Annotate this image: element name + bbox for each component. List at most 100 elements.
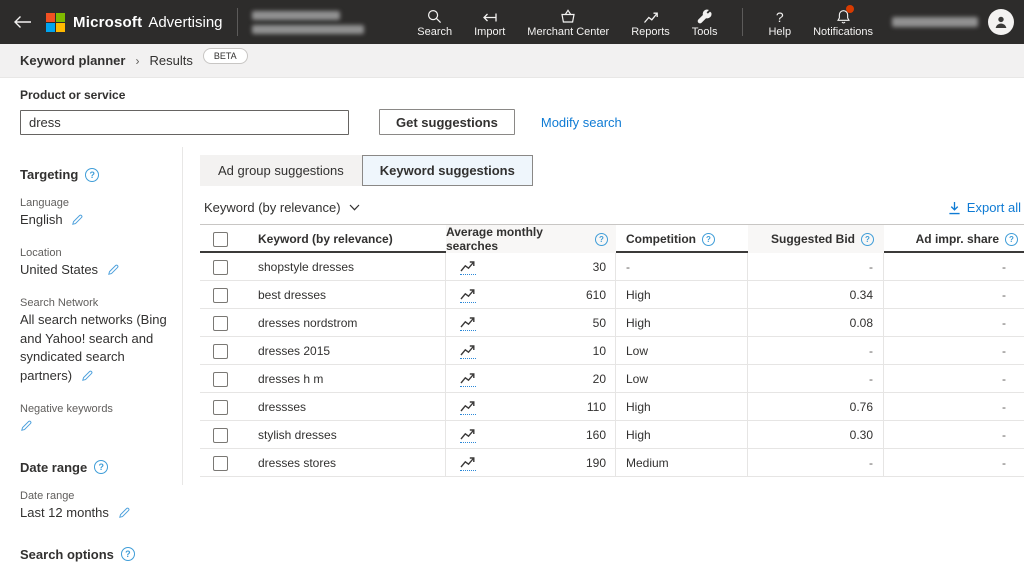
table-row: shopstyle dresses 30 - - - xyxy=(200,253,1024,281)
trend-chart-icon[interactable] xyxy=(460,344,476,359)
avatar[interactable] xyxy=(988,9,1014,35)
suggestions-tabs: Ad group suggestions Keyword suggestions xyxy=(200,155,533,186)
avg-searches-help-icon[interactable]: ? xyxy=(595,233,608,246)
topbar: Microsoft Advertising Search Import Merc… xyxy=(0,0,1024,44)
competition-value: High xyxy=(626,400,651,414)
ad-impr-share-value: - xyxy=(1002,400,1006,414)
date-range-title-label: Date range xyxy=(20,460,87,475)
edit-language-pencil-icon[interactable] xyxy=(71,213,84,232)
export-all-link[interactable]: Export all xyxy=(948,200,1021,215)
trend-chart-icon[interactable] xyxy=(460,316,476,331)
row-cell-avg-monthly-searches: 10 xyxy=(446,337,616,365)
row-cell-ad-impr-share: - xyxy=(884,253,1024,281)
tools-icon xyxy=(697,7,712,24)
row-cell-ad-impr-share: - xyxy=(884,421,1024,449)
targeting-help-icon[interactable]: ? xyxy=(85,168,99,182)
topbar-nav-merchant-center[interactable]: Merchant Center xyxy=(516,0,620,44)
avg-monthly-searches-value: 160 xyxy=(586,428,606,442)
nav-label: Merchant Center xyxy=(527,26,609,38)
redacted-account-name xyxy=(892,17,978,27)
table-row: stylish dresses 160 High 0.30 - xyxy=(200,421,1024,449)
row-cell-avg-monthly-searches: 190 xyxy=(446,449,616,477)
select-all-checkbox[interactable] xyxy=(213,232,228,247)
trend-chart-icon[interactable] xyxy=(460,428,476,443)
brand[interactable]: Microsoft Advertising xyxy=(46,13,223,32)
row-cell-competition: Medium xyxy=(616,449,748,477)
modify-search-link[interactable]: Modify search xyxy=(541,115,622,130)
beta-badge: BETA xyxy=(203,48,248,64)
targeting-sidebar: Targeting ? Language English Location Un… xyxy=(0,147,183,485)
competition-value: Low xyxy=(626,344,648,358)
header-cell-competition[interactable]: Competition ? xyxy=(616,225,748,253)
header-cell-keyword[interactable]: Keyword (by relevance) xyxy=(246,225,446,253)
trend-chart-icon[interactable] xyxy=(460,400,476,415)
row-cell-checkbox xyxy=(200,449,246,477)
row-cell-keyword: stylish dresses xyxy=(246,421,446,449)
trend-chart-icon[interactable] xyxy=(460,260,476,275)
search-options-help-icon[interactable]: ? xyxy=(121,547,135,561)
location-value: United States xyxy=(20,262,98,277)
topbar-nav-reports[interactable]: Reports xyxy=(620,0,681,44)
header-keyword-label: Keyword (by relevance) xyxy=(258,232,393,246)
row-checkbox[interactable] xyxy=(213,428,228,443)
table-row: dresses h m 20 Low - - xyxy=(200,365,1024,393)
table-row: dressses 110 High 0.76 - xyxy=(200,393,1024,421)
edit-network-pencil-icon[interactable] xyxy=(81,369,94,388)
topbar-help[interactable]: ? Help xyxy=(757,0,802,44)
trend-chart-icon[interactable] xyxy=(460,288,476,303)
header-cell-suggested-bid[interactable]: Suggested Bid ? xyxy=(748,225,884,253)
topbar-nav-search[interactable]: Search xyxy=(406,0,463,44)
trend-chart-icon[interactable] xyxy=(460,372,476,387)
topbar-nav-tools[interactable]: Tools xyxy=(681,0,729,44)
product-search-section: Product or service Get suggestions Modif… xyxy=(0,78,1024,147)
competition-value: High xyxy=(626,288,651,302)
product-search-input[interactable] xyxy=(20,110,349,135)
nav-label: Search xyxy=(417,26,452,38)
language-label: Language xyxy=(20,197,168,209)
row-cell-ad-impr-share: - xyxy=(884,337,1024,365)
targeting-title: Targeting ? xyxy=(20,167,168,182)
row-checkbox[interactable] xyxy=(213,372,228,387)
back-arrow-icon[interactable] xyxy=(8,7,38,37)
redacted-account-info xyxy=(252,11,364,34)
sort-dropdown-label: Keyword (by relevance) xyxy=(204,200,341,215)
row-cell-ad-impr-share: - xyxy=(884,365,1024,393)
row-cell-checkbox xyxy=(200,309,246,337)
ad-impr-share-help-icon[interactable]: ? xyxy=(1005,233,1018,246)
row-checkbox[interactable] xyxy=(213,316,228,331)
suggested-bid-value: 0.76 xyxy=(850,400,873,414)
sort-dropdown[interactable]: Keyword (by relevance) xyxy=(200,200,360,215)
tab-keyword-suggestions[interactable]: Keyword suggestions xyxy=(362,155,533,186)
edit-negative-keywords-pencil-icon[interactable] xyxy=(20,419,33,438)
row-cell-competition: High xyxy=(616,393,748,421)
edit-location-pencil-icon[interactable] xyxy=(107,263,120,282)
edit-date-range-pencil-icon[interactable] xyxy=(118,506,131,525)
row-cell-suggested-bid: - xyxy=(748,253,884,281)
suggested-bid-help-icon[interactable]: ? xyxy=(861,233,874,246)
breadcrumb-keyword-planner[interactable]: Keyword planner xyxy=(20,53,125,68)
row-checkbox[interactable] xyxy=(213,456,228,471)
row-cell-avg-monthly-searches: 30 xyxy=(446,253,616,281)
header-impr-label: Ad impr. share xyxy=(916,232,999,246)
row-cell-keyword: dresses stores xyxy=(246,449,446,477)
row-checkbox[interactable] xyxy=(213,288,228,303)
trend-chart-icon[interactable] xyxy=(460,456,476,471)
row-cell-checkbox xyxy=(200,281,246,309)
targeting-title-label: Targeting xyxy=(20,167,78,182)
topbar-notifications[interactable]: Notifications xyxy=(802,0,884,44)
row-checkbox[interactable] xyxy=(213,400,228,415)
header-cell-avg-monthly-searches[interactable]: Average monthly searches ? xyxy=(446,225,616,253)
breadcrumb-results[interactable]: Results xyxy=(149,53,192,68)
date-range-help-icon[interactable]: ? xyxy=(94,460,108,474)
row-checkbox[interactable] xyxy=(213,344,228,359)
competition-help-icon[interactable]: ? xyxy=(702,233,715,246)
get-suggestions-button[interactable]: Get suggestions xyxy=(379,109,515,135)
brand-advertising: Advertising xyxy=(148,14,222,31)
tab-ad-group-suggestions[interactable]: Ad group suggestions xyxy=(200,155,362,186)
row-checkbox[interactable] xyxy=(213,260,228,275)
header-avg-label: Average monthly searches xyxy=(446,225,589,253)
topbar-nav-import[interactable]: Import xyxy=(463,0,516,44)
header-cell-ad-impr-share[interactable]: Ad impr. share ? xyxy=(884,225,1024,253)
notification-dot xyxy=(846,5,854,13)
table-row: dresses stores 190 Medium - - xyxy=(200,449,1024,477)
